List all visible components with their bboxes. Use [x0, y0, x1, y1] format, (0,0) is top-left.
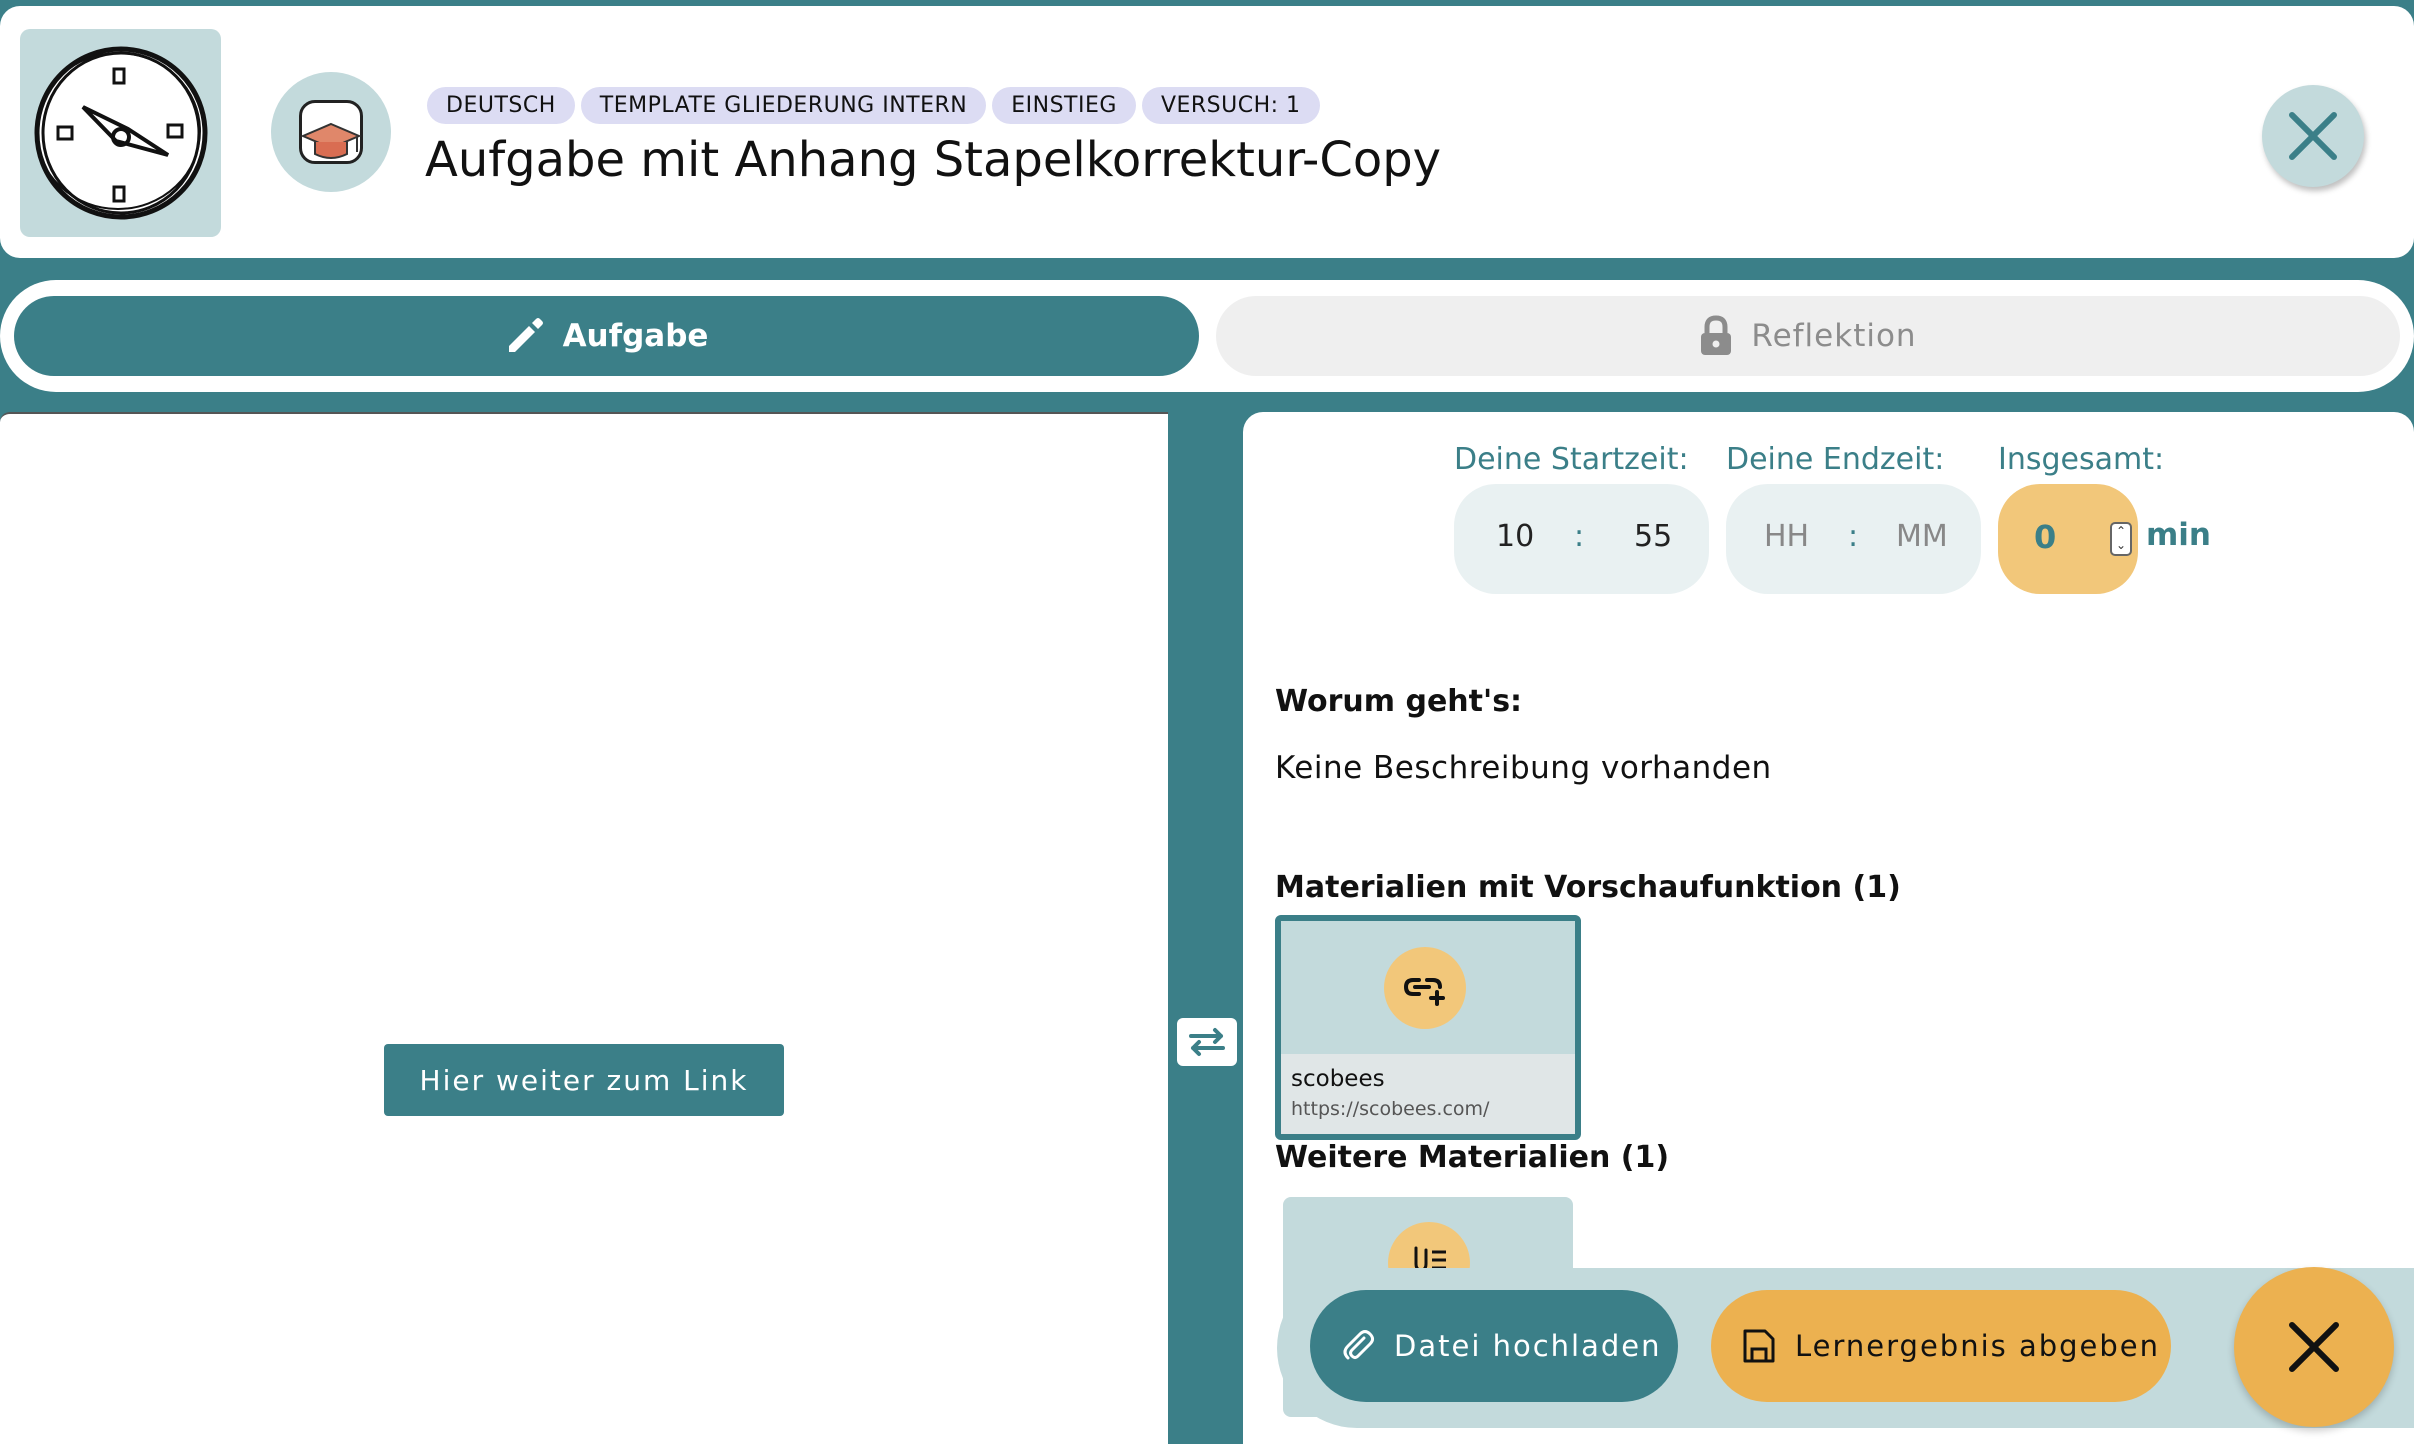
material-icon-circle [1384, 947, 1466, 1029]
end-minutes-input[interactable]: MM [1896, 519, 1948, 554]
add-link-icon [1403, 978, 1445, 1006]
swap-panes-button[interactable] [1177, 1018, 1237, 1066]
tag-subject: DEUTSCH [427, 87, 575, 124]
tag-attempt: VERSUCH: 1 [1141, 87, 1320, 124]
start-minutes-input[interactable]: 55 [1634, 519, 1672, 554]
tab-reflektion-label: Reflektion [1751, 318, 1917, 354]
tab-bar: Aufgabe Reflektion [0, 280, 2414, 392]
material-card-scobees[interactable]: scobees https://scobees.com/ [1275, 915, 1581, 1140]
description-heading: Worum geht's: [1275, 684, 1523, 719]
logo-box [20, 29, 221, 237]
tab-reflektion[interactable]: Reflektion [1216, 296, 2400, 376]
save-icon [1743, 1329, 1775, 1363]
further-materials-heading: Weitere Materialien (1) [1275, 1140, 1670, 1175]
number-stepper[interactable]: ⌃ ⌄ [2110, 522, 2132, 556]
total-time-field[interactable]: 0 ⌃ ⌄ [1998, 484, 2138, 594]
swap-arrows-icon [1189, 1028, 1225, 1056]
total-time-label: Insgesamt: [1998, 442, 2165, 477]
tag-phase: EINSTIEG [992, 87, 1136, 124]
start-time-label: Deine Startzeit: [1454, 442, 1689, 477]
start-hours-input[interactable]: 10 [1496, 519, 1534, 554]
close-icon [2289, 112, 2337, 160]
close-actions-button[interactable] [2234, 1267, 2394, 1427]
tab-aufgabe[interactable]: Aufgabe [14, 296, 1199, 376]
total-minutes-input[interactable]: 0 [2034, 518, 2056, 556]
pencil-icon [508, 318, 543, 352]
start-time-field[interactable]: 10 : 55 [1454, 484, 1709, 594]
graduation-cap-icon [300, 122, 362, 159]
close-task-button[interactable] [2262, 85, 2364, 187]
paperclip-icon [1343, 1330, 1374, 1360]
content-preview-pane: Hier weiter zum Link [0, 412, 1168, 1444]
time-separator: : [1574, 519, 1585, 554]
material-card-footer: scobees https://scobees.com/ [1281, 1054, 1575, 1134]
open-link-button[interactable]: Hier weiter zum Link [384, 1044, 784, 1116]
submit-result-label: Lernergebnis abgeben [1795, 1329, 2161, 1363]
tag-list: DEUTSCH TEMPLATE GLIEDERUNG INTERN EINST… [427, 87, 1320, 124]
time-separator: : [1848, 519, 1859, 554]
preview-materials-heading: Materialien mit Vorschaufunktion (1) [1275, 870, 1901, 905]
description-text: Keine Beschreibung vorhanden [1275, 750, 1772, 786]
end-hours-input[interactable]: HH [1764, 519, 1809, 554]
submit-result-button[interactable]: Lernergebnis abgeben [1711, 1290, 2171, 1402]
tab-aufgabe-label: Aufgabe [562, 318, 709, 354]
material-name: scobees [1291, 1066, 1385, 1092]
tag-template: TEMPLATE GLIEDERUNG INTERN [580, 87, 987, 124]
page-title: Aufgabe mit Anhang Stapelkorrektur-Copy [425, 132, 1442, 188]
upload-file-button[interactable]: Datei hochladen [1310, 1290, 1678, 1402]
close-icon [2289, 1322, 2339, 1372]
header: DEUTSCH TEMPLATE GLIEDERUNG INTERN EINST… [0, 6, 2414, 258]
compass-icon [34, 46, 208, 220]
total-unit-label: min [2146, 517, 2211, 553]
subject-avatar [271, 72, 391, 192]
end-time-field[interactable]: HH : MM [1726, 484, 1981, 594]
lock-icon [1701, 315, 1732, 355]
upload-file-label: Datei hochladen [1394, 1329, 1662, 1363]
material-url: https://scobees.com/ [1291, 1098, 1490, 1120]
end-time-label: Deine Endzeit: [1726, 442, 1945, 477]
